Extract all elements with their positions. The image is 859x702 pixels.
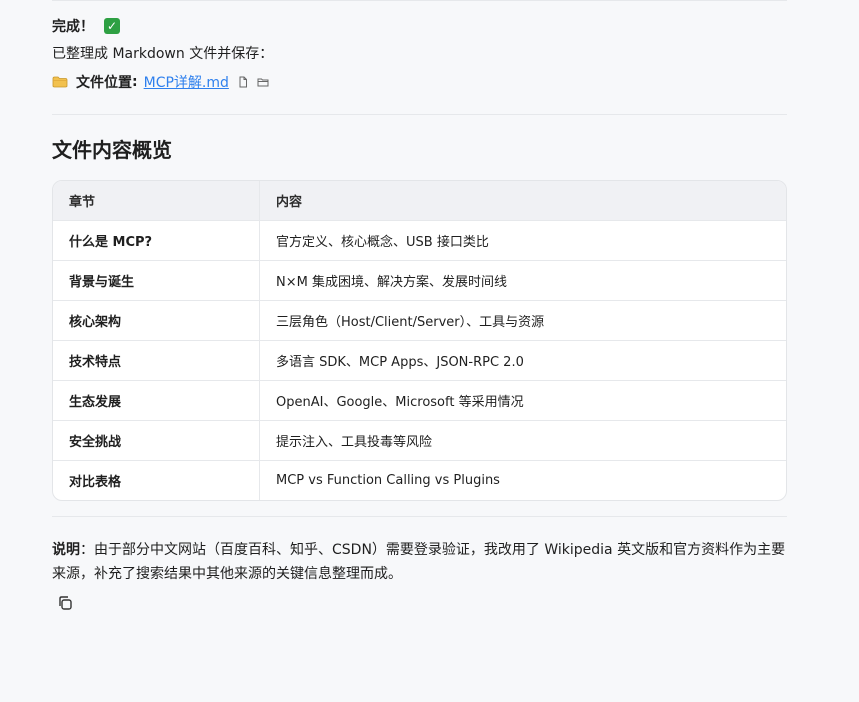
folder-open-icon[interactable]	[257, 76, 269, 88]
header-chapter: 章节	[53, 181, 260, 221]
row-content: MCP vs Function Calling vs Plugins	[276, 473, 500, 488]
note-text: ：由于部分中文网站（百度百科、知乎、CSDN）需要登录验证，我改用了 Wikip…	[52, 542, 786, 582]
check-mark-icon: ✓	[104, 18, 120, 34]
section-divider	[52, 114, 787, 115]
table-row: 生态发展 OpenAI、Google、Microsoft 等采用情况	[53, 380, 786, 421]
folder-icon	[52, 76, 68, 88]
saved-message: 已整理成 Markdown 文件并保存：	[52, 46, 274, 62]
note-divider	[52, 516, 787, 517]
table-row: 对比表格 MCP vs Function Calling vs Plugins	[53, 460, 786, 500]
table-row: 核心架构 三层角色（Host/Client/Server）、工具与资源	[53, 300, 786, 341]
done-status: 完成！ ✓	[52, 15, 120, 37]
table-row: 什么是 MCP? 官方定义、核心概念、USB 接口类比	[53, 220, 786, 261]
row-content: 官方定义、核心概念、USB 接口类比	[259, 220, 786, 261]
file-location-row: 文件位置 : MCP详解.md	[52, 71, 269, 93]
file-link[interactable]: MCP详解.md	[144, 72, 229, 92]
file-location-colon: :	[132, 74, 138, 90]
row-chapter: 核心架构	[53, 300, 260, 341]
table-row: 安全挑战 提示注入、工具投毒等风险	[53, 420, 786, 461]
section-title: 文件内容概览	[52, 138, 172, 162]
row-chapter: 生态发展	[53, 380, 260, 421]
table-header-row: 章节 内容	[53, 181, 786, 221]
done-title: 完成！	[52, 19, 94, 35]
file-icon[interactable]	[237, 76, 249, 88]
row-chapter: 对比表格	[53, 460, 260, 500]
row-chapter: 技术特点	[53, 340, 260, 381]
row-content: 提示注入、工具投毒等风险	[259, 420, 786, 461]
top-divider	[52, 0, 787, 1]
note-label: 说明	[52, 542, 80, 558]
header-content: 内容	[259, 181, 786, 221]
row-chapter: 背景与诞生	[53, 260, 260, 301]
table-row: 技术特点 多语言 SDK、MCP Apps、JSON-RPC 2.0	[53, 340, 786, 381]
file-location-label: 文件位置	[76, 75, 132, 91]
row-content: N×M 集成困境、解决方案、发展时间线	[259, 260, 786, 301]
row-content: OpenAI、Google、Microsoft 等采用情况	[259, 380, 786, 421]
copy-icon[interactable]	[56, 594, 74, 612]
row-content: 多语言 SDK、MCP Apps、JSON-RPC 2.0	[259, 340, 786, 381]
table-row: 背景与诞生 N×M 集成困境、解决方案、发展时间线	[53, 260, 786, 301]
note-paragraph: 说明：由于部分中文网站（百度百科、知乎、CSDN）需要登录验证，我改用了 Wik…	[52, 538, 787, 586]
row-chapter: 什么是 MCP?	[53, 220, 260, 261]
row-chapter: 安全挑战	[53, 420, 260, 461]
overview-table: 章节 内容 什么是 MCP? 官方定义、核心概念、USB 接口类比 背景与诞生 …	[52, 180, 787, 501]
row-content: 三层角色（Host/Client/Server）、工具与资源	[259, 300, 786, 341]
